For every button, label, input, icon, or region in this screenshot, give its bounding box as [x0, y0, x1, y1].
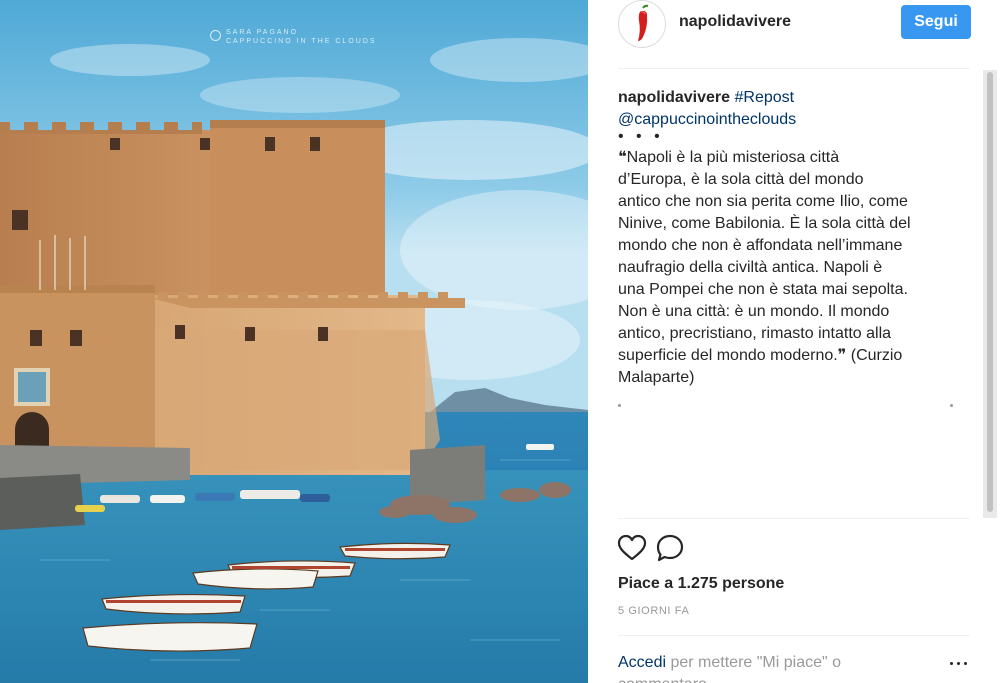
watermark-logo-icon: [210, 30, 221, 41]
actions-divider: [618, 518, 970, 519]
avatar[interactable]: [618, 0, 666, 48]
quote-line: Non è una città: è un mondo. Il mondo: [618, 303, 890, 320]
likes-count[interactable]: Piace a 1.275 persone: [618, 575, 784, 593]
follow-button[interactable]: Segui: [901, 5, 971, 39]
scrollbar-thumb[interactable]: [987, 72, 993, 512]
quote-line: superficie del mondo moderno.❞ (Curzio: [618, 347, 903, 364]
more-options-button[interactable]: [950, 662, 968, 668]
heart-outline-icon: [617, 534, 647, 561]
photo-watermark: SARA PAGANO CAPPUCCINO IN THE CLOUDS: [210, 28, 377, 46]
post-header: napolidavivere Segui: [588, 0, 1000, 70]
comment-button[interactable]: [654, 533, 686, 563]
post-side-panel: napolidavivere Segui napolidavivere #Rep…: [588, 0, 1000, 683]
quote-line: ❝Napoli è la più misteriosa città: [618, 149, 840, 166]
red-chili-pepper-logo-icon: [638, 4, 649, 42]
castel-dell-ovo-photo: [0, 0, 588, 683]
quote-line: mondo che non è affondata nell’immane: [618, 237, 903, 254]
quote-line: Ninive, come Babilonia. È la sola città …: [618, 215, 911, 232]
quote-line: una Pompei che non è stata mai sepolta.: [618, 281, 908, 298]
login-prompt-text-2: commentare: [618, 676, 707, 683]
quote-line: Malaparte): [618, 369, 695, 386]
caption-mention[interactable]: @cappuccinointheclouds: [618, 109, 970, 131]
header-divider: [618, 68, 970, 69]
caption-hashtag[interactable]: #Repost: [735, 89, 795, 106]
login-divider: [618, 635, 970, 636]
watermark-line2: CAPPUCCINO IN THE CLOUDS: [226, 38, 377, 45]
quote-line: antico che non sia perita come Ilio, com…: [618, 193, 908, 210]
login-link[interactable]: Accedi: [618, 654, 666, 671]
caption-dots: • • •: [618, 128, 664, 145]
quote-line: d’Europa, è la sola città del mondo: [618, 171, 864, 188]
comments-scrollbar[interactable]: [983, 70, 997, 518]
caption-username[interactable]: napolidavivere: [618, 89, 730, 106]
quote-line: antico, precristiano, rimasto intatto al…: [618, 325, 892, 342]
speech-bubble-icon: [656, 534, 684, 562]
quote-line: naufragio della civiltà antica. Napoli è: [618, 259, 883, 276]
caption-quote: ❝Napoli è la più misteriosa città d’Euro…: [618, 147, 970, 389]
header-username[interactable]: napolidavivere: [679, 13, 791, 31]
watermark-line1: SARA PAGANO: [226, 29, 299, 36]
caption-cut-dots: [618, 404, 953, 412]
post-timestamp[interactable]: 5 GIORNI FA: [618, 605, 689, 617]
post-photo[interactable]: SARA PAGANO CAPPUCCINO IN THE CLOUDS: [0, 0, 588, 683]
login-prompt-text: per mettere "Mi piace" o: [666, 654, 842, 671]
post-caption: napolidavivere #Repost @cappuccinointhec…: [618, 87, 970, 389]
like-button[interactable]: [616, 533, 648, 563]
login-prompt: Accedi per mettere "Mi piace" o commenta…: [618, 652, 918, 683]
